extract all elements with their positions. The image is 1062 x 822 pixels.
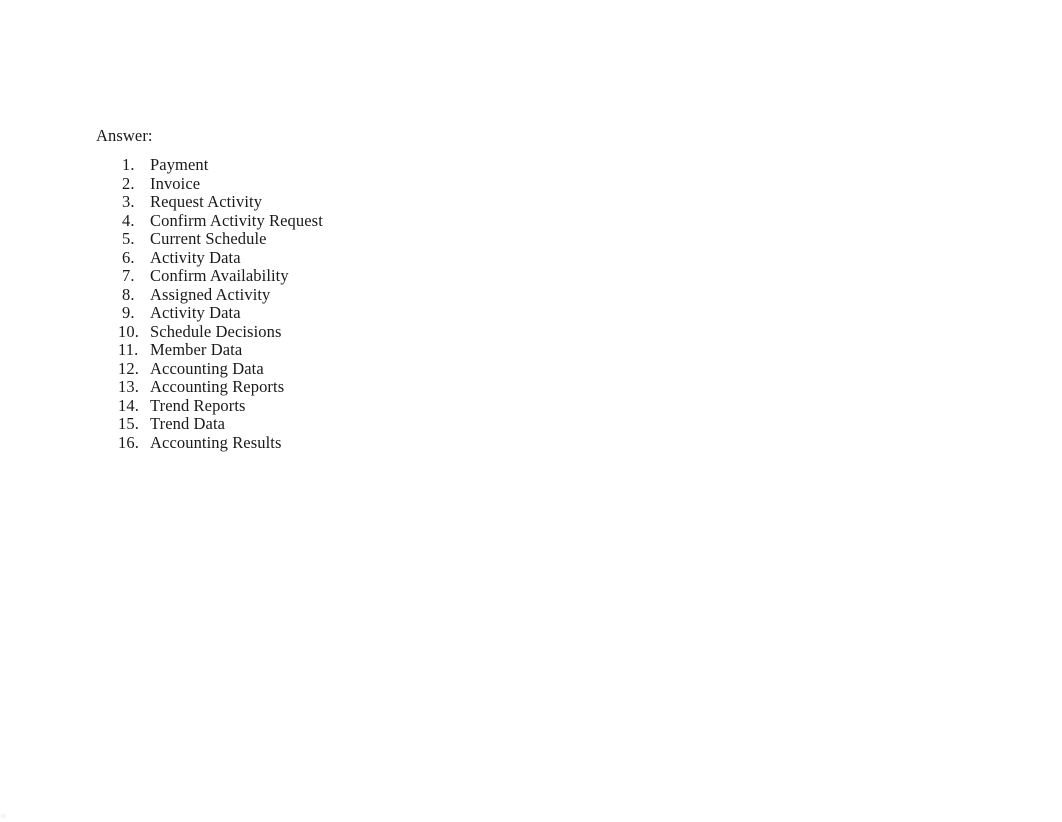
list-item-label: Confirm Activity Request xyxy=(150,210,323,230)
list-item: 10. Schedule Decisions xyxy=(118,321,542,342)
list-item-number: 10. xyxy=(118,321,139,341)
list-item: 15. Trend Data xyxy=(118,414,542,434)
list-item-label: Accounting Reports xyxy=(150,377,285,396)
list-item-number: 7. xyxy=(122,266,135,285)
list-item-number: 8. xyxy=(122,284,135,304)
list-item: 2. Invoice xyxy=(122,173,542,194)
list-item-label: Invoice xyxy=(150,173,201,193)
list-item-number: 14. xyxy=(118,395,139,415)
list-item-label: Confirm Availability xyxy=(150,266,289,285)
list-item-label: Accounting Data xyxy=(150,358,264,378)
list-item-label: Schedule Decisions xyxy=(150,321,282,341)
list-item: 5. Current Schedule xyxy=(122,229,542,249)
list-item: 16. Accounting Results xyxy=(118,432,542,453)
list-item: 14. Trend Reports xyxy=(118,395,542,416)
list-item-label: Assigned Activity xyxy=(150,284,271,304)
list-item-number: 16. xyxy=(118,432,139,452)
list-item-number: 6. xyxy=(122,247,135,267)
list-item: 6. Activity Data xyxy=(122,247,542,268)
list-item-number: 9. xyxy=(122,303,135,322)
list-item-label: Trend Reports xyxy=(150,395,246,415)
list-item: 13. Accounting Reports xyxy=(118,377,542,397)
list-item-label: Request Activity xyxy=(150,192,263,211)
list-item-label: Trend Data xyxy=(150,414,226,433)
list-item-label: Activity Data xyxy=(150,247,241,267)
list-item: 7. Confirm Availability xyxy=(122,266,542,286)
scan-edge-artifact xyxy=(1,814,6,818)
list-item-label: Member Data xyxy=(150,340,243,359)
list-item: 8. Assigned Activity xyxy=(122,284,542,305)
list-item-label: Activity Data xyxy=(150,303,241,322)
list-item: 12. Accounting Data xyxy=(118,358,542,379)
list-item: 4. Confirm Activity Request xyxy=(122,210,542,231)
list-item: 1. Payment xyxy=(122,155,542,175)
list-item-number: 11. xyxy=(118,340,139,359)
list-item-label: Current Schedule xyxy=(150,229,267,248)
list-item-label: Payment xyxy=(150,155,209,174)
list-item-number: 13. xyxy=(118,377,139,396)
list-item-number: 12. xyxy=(118,358,139,378)
list-item-number: 3. xyxy=(122,192,135,211)
list-item: 11. Member Data xyxy=(118,340,542,360)
list-item-number: 4. xyxy=(122,210,135,230)
answer-heading: Answer: xyxy=(96,126,153,145)
list-item: 9. Activity Data xyxy=(122,303,542,323)
answer-list: 1. Payment 2. Invoice 3. Request Activit… xyxy=(118,155,542,453)
list-item: 3. Request Activity xyxy=(122,192,542,212)
document-page: Answer: 1. Payment 2. Invoice 3. Request… xyxy=(0,0,1062,822)
list-item-number: 1. xyxy=(122,155,135,174)
list-item-number: 2. xyxy=(122,173,135,193)
list-item-label: Accounting Results xyxy=(150,432,282,452)
list-item-number: 5. xyxy=(122,229,135,248)
list-item-number: 15. xyxy=(118,414,139,433)
